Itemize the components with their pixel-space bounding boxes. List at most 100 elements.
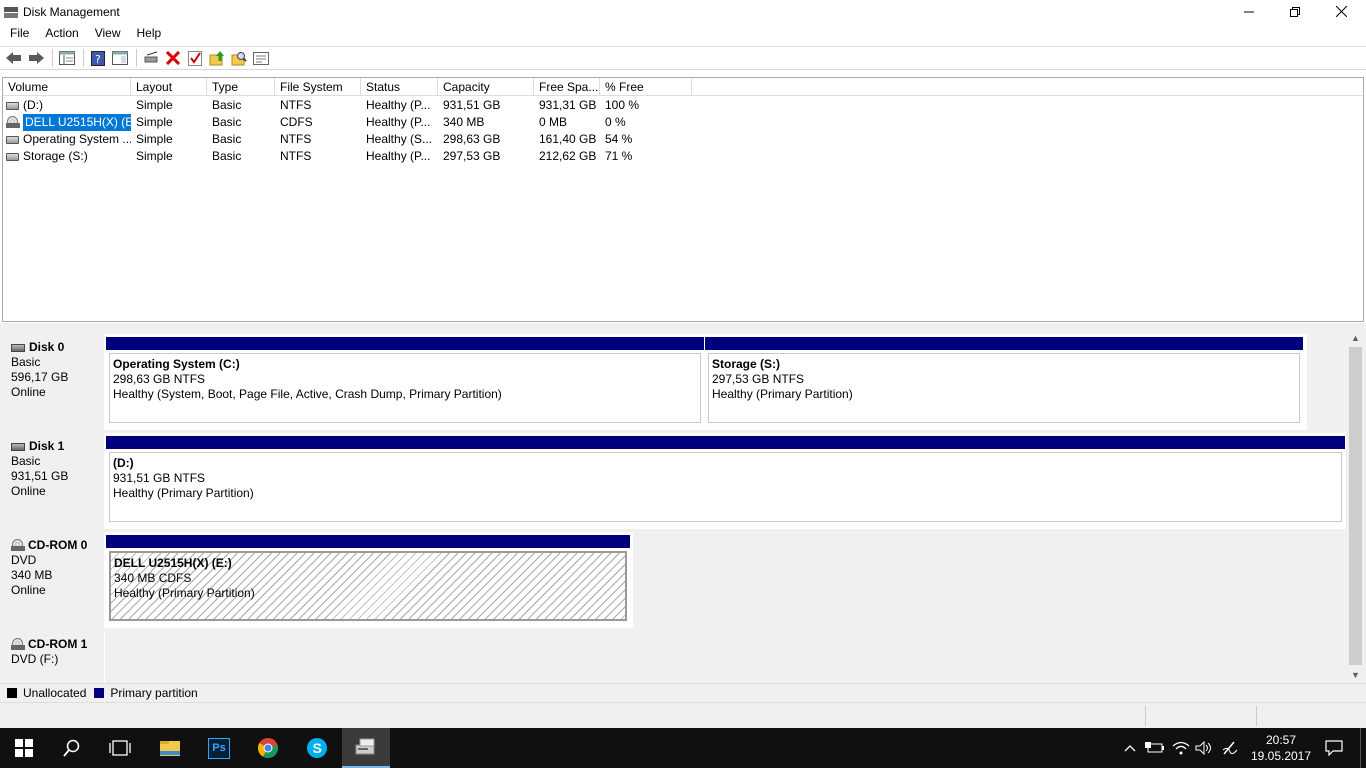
cell-type: Basic (212, 115, 242, 129)
file-explorer-taskbar-button[interactable] (146, 728, 194, 768)
cell-layout: Simple (136, 98, 173, 112)
disk-label-cdrom-0[interactable]: CD-ROM 0 DVD 340 MB Online (3, 532, 105, 628)
cdrom-icon (6, 116, 20, 129)
cell-file-system: NTFS (280, 132, 312, 146)
col-layout[interactable]: Layout (131, 78, 207, 96)
partition-c[interactable]: Operating System (C:) 298,63 GB NTFS Hea… (106, 337, 704, 427)
volume-name: DELL U2515H(X) (E:) (23, 114, 131, 131)
disk-label-cdrom-1[interactable]: CD-ROM 1 DVD (F:) (3, 631, 105, 683)
disk-name: CD-ROM 0 (28, 538, 88, 552)
legend-unallocated: Unallocated (23, 686, 87, 700)
primary-partition-bar (106, 535, 630, 548)
table-row[interactable]: Storage (S:) Simple Basic NTFS Healthy (… (3, 148, 692, 165)
disk-partitions-area: (D:) 931,51 GB NTFS Healthy (Primary Par… (105, 433, 1346, 529)
partition-status: Healthy (System, Boot, Page File, Active… (113, 387, 502, 401)
checklist-icon (188, 50, 202, 66)
menu-view[interactable]: View (87, 23, 129, 44)
start-button[interactable] (0, 728, 48, 768)
properties-button[interactable] (251, 48, 271, 68)
delete-button[interactable] (163, 48, 183, 68)
status-bar (0, 702, 1366, 728)
show-desktop-button[interactable] (1360, 728, 1366, 768)
drive-icon (6, 101, 19, 110)
unallocated-swatch (7, 688, 17, 698)
cell-layout: Simple (136, 115, 173, 129)
cell-percent-free: 0 % (605, 115, 626, 129)
network-tray-icon[interactable] (1169, 728, 1193, 768)
search-folder-button[interactable] (229, 48, 249, 68)
restore-button[interactable] (1272, 0, 1318, 23)
toolbar-separator (52, 49, 53, 67)
col-volume[interactable]: Volume (3, 78, 131, 96)
task-view-button[interactable] (96, 728, 144, 768)
disk-type: Basic (11, 355, 41, 369)
photoshop-taskbar-button[interactable]: Ps (195, 728, 243, 768)
cell-file-system: NTFS (280, 98, 312, 112)
menu-action[interactable]: Action (37, 23, 86, 44)
disk-management-icon (355, 738, 375, 755)
disk-label-0[interactable]: Disk 0 Basic 596,17 GB Online (3, 334, 105, 430)
partition-d[interactable]: (D:) 931,51 GB NTFS Healthy (Primary Par… (106, 436, 1345, 526)
volume-name: (D:) (23, 98, 43, 112)
table-row-selected[interactable]: DELL U2515H(X) (E:) Simple Basic CDFS He… (3, 114, 692, 131)
toolbar-separator (136, 49, 137, 67)
back-button[interactable] (4, 48, 24, 68)
vertical-scrollbar[interactable]: ▲ ▼ (1347, 329, 1364, 683)
menu-file[interactable]: File (0, 23, 37, 44)
selected-partition-hatch: DELL U2515H(X) (E:) 340 MB CDFS Healthy … (109, 551, 627, 621)
chrome-taskbar-button[interactable] (244, 728, 292, 768)
scroll-up-icon[interactable]: ▲ (1347, 329, 1364, 346)
taskbar-clock[interactable]: 20:57 19.05.2017 (1243, 732, 1319, 764)
connect-drive-button[interactable] (141, 48, 161, 68)
minimize-button[interactable] (1226, 0, 1272, 23)
drive-icon (6, 135, 19, 144)
properties-pane-button[interactable] (110, 48, 130, 68)
console-tree-icon (59, 51, 75, 65)
scroll-down-icon[interactable]: ▼ (1347, 666, 1364, 683)
legend-primary: Primary partition (110, 686, 198, 700)
disk-size: 931,51 GB (11, 469, 69, 483)
disk-management-taskbar-button[interactable] (342, 728, 390, 768)
disk-label-1[interactable]: Disk 1 Basic 931,51 GB Online (3, 433, 105, 529)
cell-free-space: 0 MB (539, 115, 568, 129)
back-arrow-icon (6, 52, 21, 64)
col-status[interactable]: Status (361, 78, 438, 96)
col-percent-free[interactable]: % Free (600, 78, 692, 96)
table-row[interactable]: (D:) Simple Basic NTFS Healthy (P... 931… (3, 97, 692, 114)
battery-tray-icon[interactable] (1143, 728, 1167, 768)
help-button[interactable]: ? (88, 48, 108, 68)
cell-percent-free: 100 % (605, 98, 640, 112)
cell-layout: Simple (136, 149, 173, 163)
scrollbar-thumb[interactable] (1349, 347, 1362, 665)
hard-disk-icon (11, 343, 25, 352)
forward-button[interactable] (26, 48, 46, 68)
table-row[interactable]: Operating System ... Simple Basic NTFS H… (3, 131, 692, 148)
search-button[interactable] (48, 728, 96, 768)
show-hidden-icons-button[interactable] (1120, 728, 1140, 768)
show-hide-console-tree-button[interactable] (57, 48, 77, 68)
folder-up-button[interactable] (207, 48, 227, 68)
taskbar: Ps S 20:57 19.05.2017 (0, 728, 1366, 768)
partition-e[interactable]: DELL U2515H(X) (E:) 340 MB CDFS Healthy … (106, 535, 630, 625)
close-button[interactable] (1318, 0, 1364, 23)
volume-tray-icon[interactable] (1192, 728, 1216, 768)
col-capacity[interactable]: Capacity (438, 78, 534, 96)
check-button[interactable] (185, 48, 205, 68)
partition-size: 931,51 GB NTFS (113, 471, 206, 485)
col-file-system[interactable]: File System (275, 78, 361, 96)
chevron-up-icon (1124, 745, 1136, 752)
disk-type: DVD (11, 553, 37, 567)
file-explorer-icon (160, 741, 180, 756)
action-center-button[interactable] (1320, 728, 1348, 768)
col-free-space[interactable]: Free Spa... (534, 78, 600, 96)
cell-file-system: CDFS (280, 115, 313, 129)
windows-logo-icon (15, 739, 33, 757)
skype-taskbar-button[interactable]: S (293, 728, 341, 768)
photoshop-icon: Ps (208, 737, 230, 759)
pen-tray-icon[interactable] (1218, 728, 1242, 768)
folder-search-icon (231, 51, 247, 65)
partition-name: DELL U2515H(X) (E:) (114, 556, 232, 570)
menu-help[interactable]: Help (129, 23, 170, 44)
partition-s[interactable]: Storage (S:) 297,53 GB NTFS Healthy (Pri… (705, 337, 1303, 427)
col-type[interactable]: Type (207, 78, 275, 96)
